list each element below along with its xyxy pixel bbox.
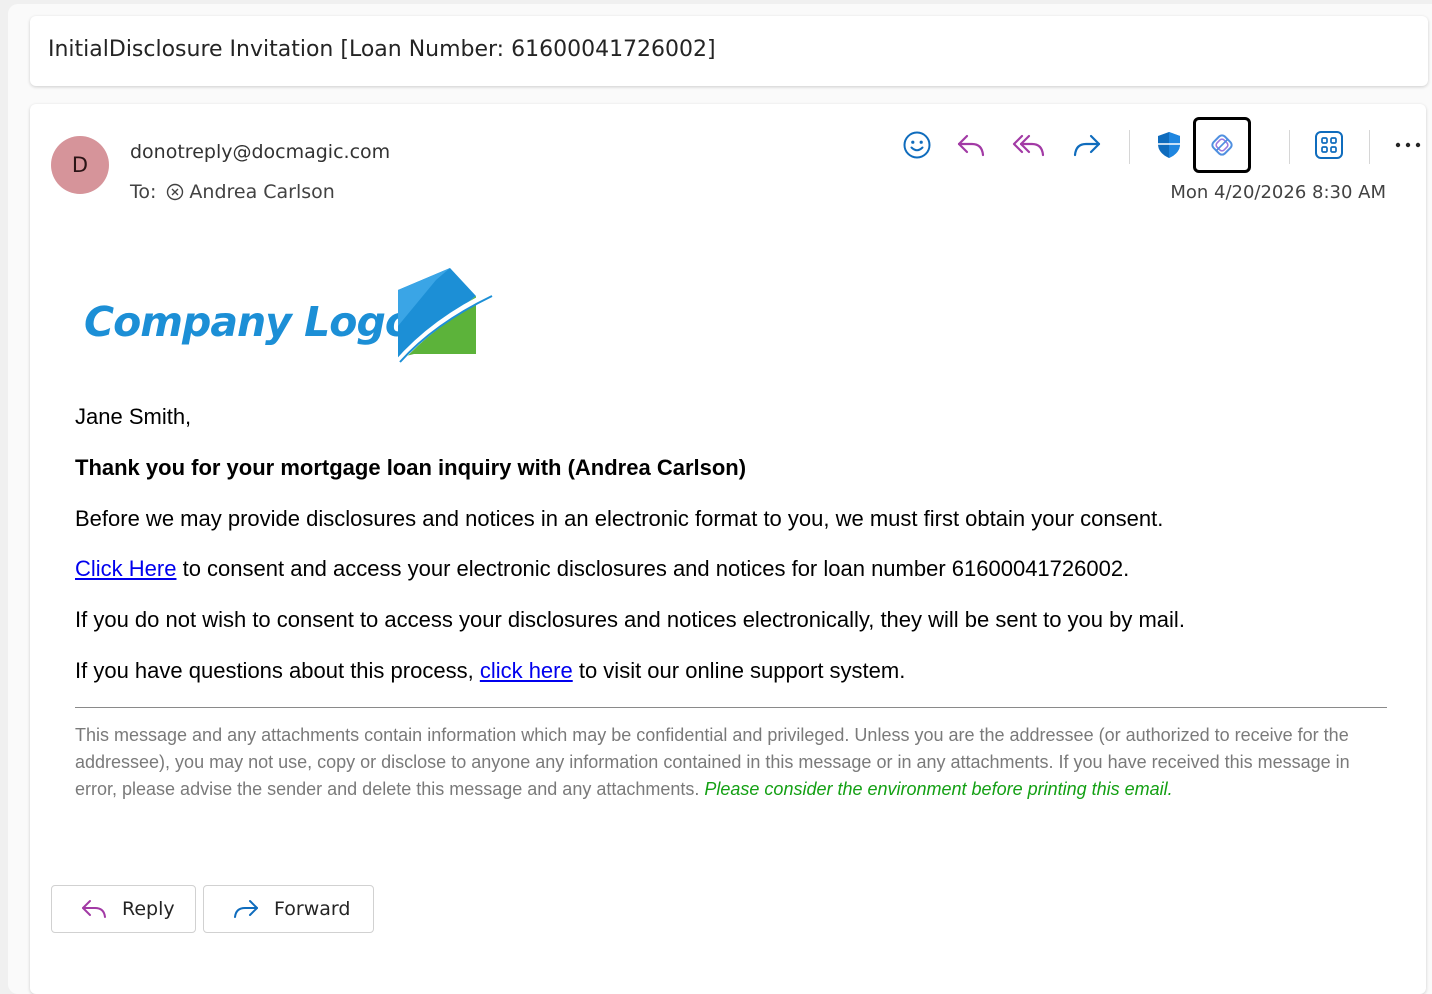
consent-intro: Before we may provide disclosures and no… [75,506,1164,531]
reply-button[interactable]: Reply [51,885,196,933]
forward-icon[interactable] [1060,118,1114,172]
to-label: To: [130,181,157,203]
remove-recipient-icon[interactable] [166,183,184,201]
greeting: Jane Smith, [75,404,192,429]
company-logo: Company Logo [82,268,502,368]
disclaimer: This message and any attachments contain… [75,722,1387,803]
reply-icon [80,898,108,920]
recipient-line: To: Andrea Carlson [130,181,335,203]
recipient-name[interactable]: Andrea Carlson [189,181,334,203]
environment-note: Please consider the environment before p… [704,779,1173,799]
shield-icon[interactable] [1142,118,1196,172]
support-line-suffix: to visit our online support system. [572,658,906,683]
thank-you-line: Thank you for your mortgage loan inquiry… [75,455,747,480]
message-datetime: Mon 4/20/2026 8:30 AM [1170,182,1386,203]
sender-email[interactable]: donotreply@docmagic.com [130,141,390,163]
disclaimer-divider [75,707,1387,708]
more-icon[interactable] [1381,118,1432,172]
mail-notice: If you do not wish to consent to access … [75,607,1185,632]
toolbar-divider [1369,130,1370,164]
message-subject: InitialDisclosure Invitation [Loan Numbe… [48,37,716,62]
consent-line-text: to consent and access your electronic di… [176,556,1130,581]
support-line-prefix: If you have questions about this process… [75,658,480,683]
forward-button[interactable]: Forward [203,885,374,933]
reply-button-label: Reply [122,898,175,920]
emoji-icon[interactable] [890,118,944,172]
forward-icon [232,898,260,920]
consent-link[interactable]: Click Here [75,556,176,581]
reply-icon[interactable] [944,118,998,172]
forward-button-label: Forward [274,898,351,920]
apps-icon[interactable] [1302,118,1356,172]
house-logo-icon [394,268,494,366]
message-card: D donotreply@docmagic.com To: Andrea Car… [30,104,1426,994]
support-link[interactable]: click here [480,658,573,683]
toolbar-divider [1289,130,1290,164]
reply-all-icon[interactable] [1002,118,1056,172]
company-logo-text: Company Logo [84,298,413,346]
subject-header: InitialDisclosure Invitation [Loan Numbe… [30,16,1428,86]
consent-line: Click Here to consent and access your el… [75,556,1129,582]
support-line: If you have questions about this process… [75,658,905,684]
tag-icon[interactable] [1193,117,1251,173]
toolbar-divider [1129,130,1130,164]
sender-avatar[interactable]: D [51,136,109,194]
